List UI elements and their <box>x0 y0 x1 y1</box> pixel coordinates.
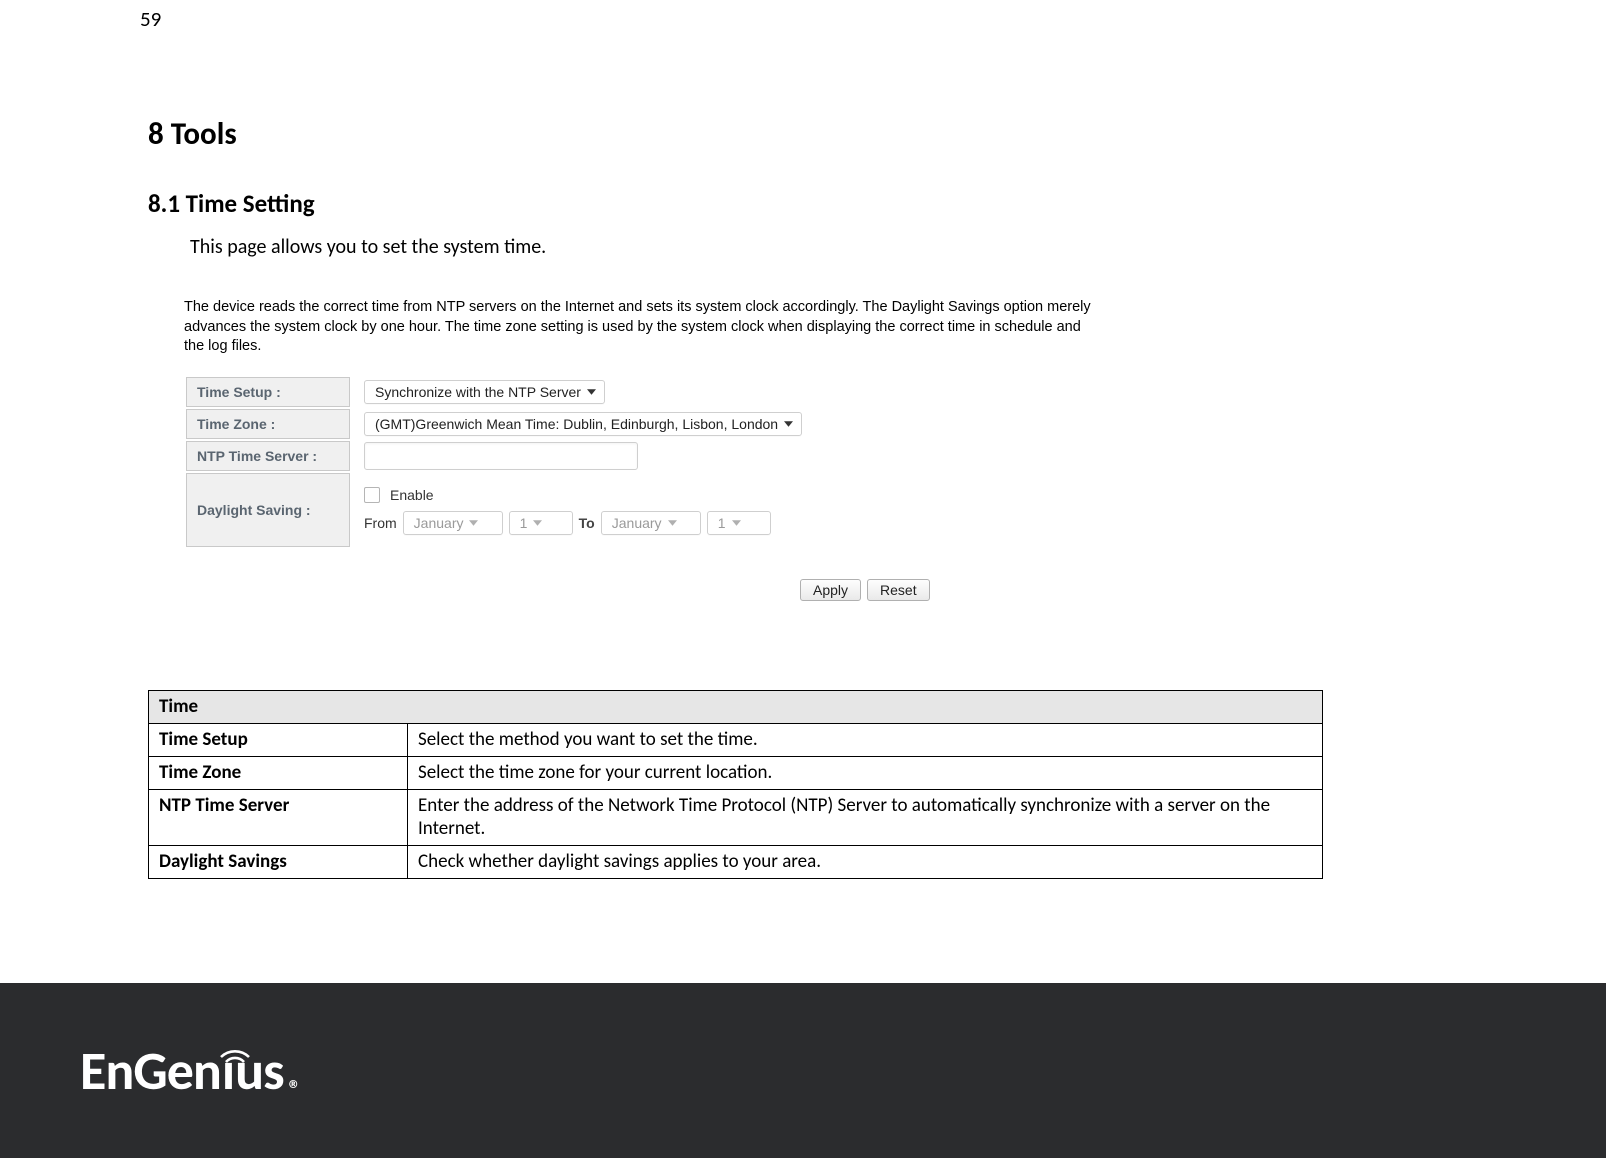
desc-val: Enter the address of the Network Time Pr… <box>408 790 1323 846</box>
chevron-down-icon <box>732 520 741 526</box>
desc-val: Select the time zone for your current lo… <box>408 757 1323 790</box>
from-month-value: January <box>414 515 464 531</box>
label-time-setup: Time Setup : <box>186 377 350 407</box>
time-zone-value: (GMT)Greenwich Mean Time: Dublin, Edinbu… <box>375 416 778 432</box>
heading-time-setting: 8.1 Time Setting <box>148 188 315 219</box>
chevron-down-icon <box>668 520 677 526</box>
from-month-dropdown[interactable]: January <box>403 511 503 535</box>
chevron-down-icon <box>533 520 542 526</box>
form-table: Time Setup : Synchronize with the NTP Se… <box>184 375 805 549</box>
chevron-down-icon <box>784 421 793 427</box>
time-zone-dropdown[interactable]: (GMT)Greenwich Mean Time: Dublin, Edinbu… <box>364 412 802 436</box>
table-row: NTP Time Server Enter the address of the… <box>149 790 1323 846</box>
apply-button[interactable]: Apply <box>800 579 861 601</box>
intro-text: This page allows you to set the system t… <box>190 235 546 259</box>
logo-text-a: EnGen <box>80 1038 221 1104</box>
from-day-dropdown[interactable]: 1 <box>509 511 573 535</box>
time-setup-value: Synchronize with the NTP Server <box>375 384 581 400</box>
chevron-down-icon <box>587 389 596 395</box>
page-number: 59 <box>140 6 161 32</box>
to-month-value: January <box>612 515 662 531</box>
description-table: Time Time Setup Select the method you wa… <box>148 690 1323 879</box>
panel-description: The device reads the correct time from N… <box>184 298 1104 357</box>
daylight-to-label: To <box>579 515 595 531</box>
page-footer: EnGen ıus® <box>0 983 1606 1158</box>
desc-key: Daylight Savings <box>149 846 408 879</box>
time-setting-panel: The device reads the correct time from N… <box>184 298 1144 601</box>
label-ntp-server: NTP Time Server : <box>186 441 350 471</box>
from-day-value: 1 <box>520 515 528 531</box>
table-row: Time Setup Select the method you want to… <box>149 724 1323 757</box>
wifi-icon <box>218 1016 252 1082</box>
logo-dot: ı <box>222 1038 234 1104</box>
to-month-dropdown[interactable]: January <box>601 511 701 535</box>
label-daylight-saving: Daylight Saving : <box>186 473 350 547</box>
to-day-dropdown[interactable]: 1 <box>707 511 771 535</box>
daylight-enable-checkbox[interactable] <box>364 487 380 503</box>
label-time-zone: Time Zone : <box>186 409 350 439</box>
time-setup-dropdown[interactable]: Synchronize with the NTP Server <box>364 380 605 404</box>
logo-reg: ® <box>289 1075 300 1104</box>
desc-key: Time Setup <box>149 724 408 757</box>
heading-tools: 8 Tools <box>148 115 237 153</box>
reset-button[interactable]: Reset <box>867 579 930 601</box>
desc-key: Time Zone <box>149 757 408 790</box>
table-row: Daylight Savings Check whether daylight … <box>149 846 1323 879</box>
ntp-server-input[interactable] <box>364 442 638 470</box>
desc-val: Select the method you want to set the ti… <box>408 724 1323 757</box>
desc-table-header: Time <box>149 691 1323 724</box>
daylight-enable-label: Enable <box>390 487 434 503</box>
to-day-value: 1 <box>718 515 726 531</box>
table-row: Time Zone Select the time zone for your … <box>149 757 1323 790</box>
engenius-logo: EnGen ıus® <box>80 1038 300 1104</box>
daylight-from-label: From <box>364 515 397 531</box>
chevron-down-icon <box>469 520 478 526</box>
desc-val: Check whether daylight savings applies t… <box>408 846 1323 879</box>
desc-key: NTP Time Server <box>149 790 408 846</box>
